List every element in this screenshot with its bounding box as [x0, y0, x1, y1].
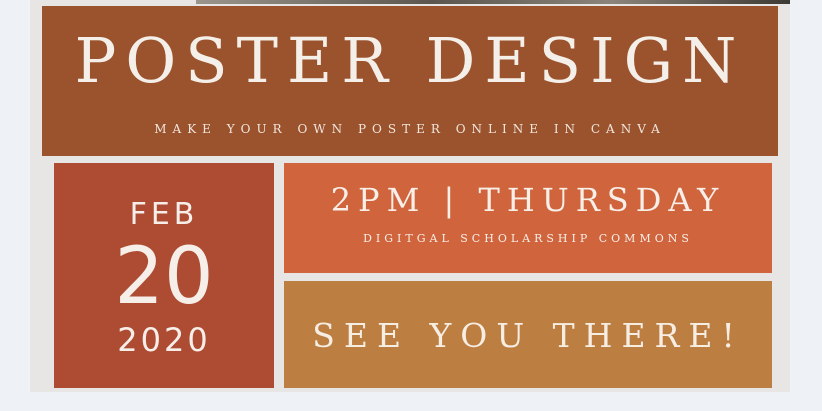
cta-block: SEE YOU THERE! — [284, 281, 772, 388]
event-location: DIGITGAL SCHOLARSHIP COMMONS — [363, 232, 693, 245]
event-time: 2PM | THURSDAY — [330, 181, 726, 219]
poster-header: POSTER DESIGN MAKE YOUR OWN POSTER ONLIN… — [42, 6, 778, 156]
poster-subtitle: MAKE YOUR OWN POSTER ONLINE IN CANVA — [154, 122, 666, 136]
date-month: FEB — [129, 197, 199, 232]
photo-strip — [196, 0, 790, 4]
date-day: 20 — [114, 232, 214, 322]
date-block: FEB 20 2020 — [54, 163, 274, 388]
time-location-block: 2PM | THURSDAY DIGITGAL SCHOLARSHIP COMM… — [284, 163, 772, 273]
poster-title: POSTER DESIGN — [74, 24, 746, 97]
date-year: 2020 — [117, 321, 211, 359]
cta-text: SEE YOU THERE! — [312, 316, 744, 355]
